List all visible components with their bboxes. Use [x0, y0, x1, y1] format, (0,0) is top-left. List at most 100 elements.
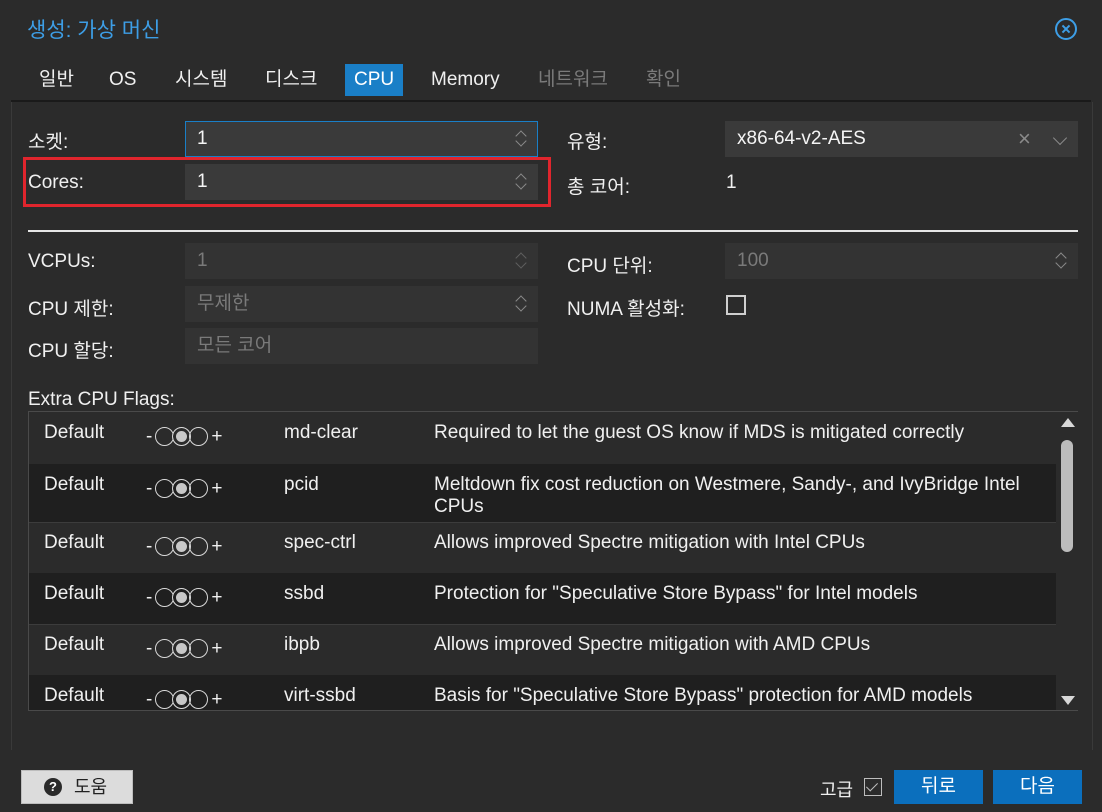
- spinner-icon: [514, 249, 528, 273]
- help-icon: ?: [44, 778, 62, 796]
- spinner-icon[interactable]: [514, 127, 528, 151]
- cores-highlight-box: [23, 157, 551, 207]
- flag-description: Allows improved Spectre mitigation with …: [434, 532, 865, 553]
- tristate-plus: +: [211, 587, 223, 608]
- tristate-on-radio[interactable]: [189, 427, 209, 447]
- flag-description: Meltdown fix cost reduction on Westmere,…: [434, 474, 1020, 517]
- type-select[interactable]: x86-64-v2-AES ×: [725, 121, 1078, 157]
- flag-name: md-clear: [284, 422, 358, 443]
- tristate-plus: +: [211, 426, 223, 447]
- tristate-minus: -: [146, 638, 153, 659]
- tab-general[interactable]: 일반: [30, 64, 83, 96]
- scroll-thumb[interactable]: [1061, 440, 1073, 552]
- cpu-affinity-placeholder: 모든 코어: [197, 335, 273, 356]
- flag-tristate-toggle[interactable]: - +: [146, 638, 222, 660]
- grid-scrollbar[interactable]: [1056, 412, 1078, 710]
- flag-state: Default: [44, 634, 105, 655]
- cpu-affinity-input[interactable]: 모든 코어: [185, 328, 538, 364]
- flag-description: Required to let the guest OS know if MDS…: [434, 422, 965, 443]
- numa-checkbox[interactable]: [726, 295, 746, 315]
- scroll-down-icon[interactable]: [1061, 696, 1075, 705]
- tab-disk[interactable]: 디스크: [256, 64, 326, 96]
- section-divider: [28, 230, 1078, 232]
- advanced-checkbox[interactable]: [864, 778, 882, 796]
- flag-row: Default - + virt-ssbd Basis for "Speculative…: [29, 675, 1056, 710]
- flag-tristate-toggle[interactable]: - +: [146, 536, 222, 558]
- tristate-on-radio[interactable]: [189, 537, 209, 557]
- flag-state: Default: [44, 532, 105, 553]
- tab-system[interactable]: 시스템: [166, 64, 236, 96]
- tristate-plus: +: [211, 478, 223, 499]
- flag-tristate-toggle[interactable]: - +: [146, 587, 222, 609]
- flag-description: Protection for "Speculative Store Bypass…: [434, 583, 918, 604]
- close-icon[interactable]: [1055, 18, 1077, 40]
- next-button[interactable]: 다음: [993, 770, 1082, 804]
- tristate-minus: -: [146, 536, 153, 557]
- flag-tristate-toggle[interactable]: - +: [146, 478, 222, 500]
- flag-state: Default: [44, 583, 105, 604]
- numa-label: NUMA 활성화:: [567, 299, 685, 320]
- tristate-minus: -: [146, 689, 153, 710]
- cpu-limit-placeholder: 무제한: [197, 293, 250, 314]
- help-label: 도움: [74, 777, 108, 797]
- tristate-plus: +: [211, 638, 223, 659]
- scroll-up-icon[interactable]: [1061, 418, 1075, 427]
- tristate-on-radio[interactable]: [189, 690, 209, 710]
- tab-confirm: 확인: [646, 69, 681, 90]
- flag-tristate-toggle[interactable]: - +: [146, 689, 223, 710]
- flag-name: ibpb: [284, 634, 320, 655]
- tristate-on-radio[interactable]: [189, 639, 209, 659]
- flag-row: Default - + pcid Meltdown fix cost reduction…: [29, 464, 1056, 523]
- cpu-units-input[interactable]: 100: [725, 243, 1078, 279]
- flag-state: Default: [44, 422, 105, 443]
- type-value: x86-64-v2-AES: [737, 128, 866, 149]
- flag-row: Default - + ssbd Protection for "Speculative…: [29, 573, 1056, 625]
- flag-state: Default: [44, 474, 105, 495]
- flag-name: ssbd: [284, 583, 325, 604]
- spinner-icon[interactable]: [514, 292, 528, 316]
- tristate-plus: +: [211, 536, 223, 557]
- flag-name: virt-ssbd: [284, 685, 356, 706]
- total-cores-value: 1: [726, 172, 737, 193]
- tristate-plus: +: [211, 689, 223, 710]
- cpu-affinity-label: CPU 할당:: [28, 341, 114, 362]
- back-button[interactable]: 뒤로: [894, 770, 983, 804]
- tab-memory[interactable]: Memory: [422, 64, 509, 96]
- cpu-units-placeholder: 100: [737, 250, 769, 271]
- extra-flags-label: Extra CPU Flags:: [28, 389, 175, 410]
- cpu-flags-grid: Default - + md-clear Required to let the gue…: [28, 411, 1078, 711]
- chevron-down-icon[interactable]: [1052, 130, 1068, 146]
- flag-row: Default - + spec-ctrl Allows improved Spectr…: [29, 522, 1056, 574]
- flag-tristate-toggle[interactable]: - +: [146, 426, 222, 448]
- tab-network: 네트워크: [538, 69, 608, 90]
- flag-description: Allows improved Spectre mitigation with …: [434, 634, 871, 655]
- flag-row: Default - + ibpb Allows improved Spectre mit…: [29, 624, 1056, 676]
- cpu-units-label: CPU 단위:: [567, 256, 653, 277]
- cpu-limit-input[interactable]: 무제한: [185, 286, 538, 322]
- sockets-input[interactable]: 1: [185, 121, 538, 157]
- flag-name: pcid: [284, 474, 319, 495]
- spinner-icon[interactable]: [1054, 249, 1068, 273]
- sockets-value: 1: [197, 128, 208, 149]
- vcpus-value: 1: [197, 250, 208, 271]
- advanced-label: 고급: [820, 780, 854, 800]
- help-button[interactable]: ? 도움: [21, 770, 133, 804]
- sockets-label: 소켓:: [28, 132, 69, 153]
- tristate-minus: -: [146, 426, 153, 447]
- vcpus-input: 1: [185, 243, 538, 279]
- window-titlebar: 생성: 가상 머신: [0, 0, 1102, 58]
- flag-state: Default: [44, 685, 105, 706]
- tab-os[interactable]: OS: [100, 64, 145, 96]
- total-cores-label: 총 코어:: [567, 177, 630, 198]
- tristate-minus: -: [146, 478, 153, 499]
- tristate-on-radio[interactable]: [189, 479, 209, 499]
- window-title: 생성: 가상 머신: [27, 19, 161, 42]
- type-label: 유형:: [567, 132, 608, 153]
- tab-cpu[interactable]: CPU: [345, 64, 404, 96]
- clear-icon[interactable]: ×: [1018, 122, 1031, 156]
- tristate-on-radio[interactable]: [189, 588, 209, 608]
- flag-description: Basis for "Speculative Store Bypass" pro…: [434, 685, 973, 706]
- tristate-minus: -: [146, 587, 153, 608]
- flag-name: spec-ctrl: [284, 532, 356, 553]
- cpu-limit-label: CPU 제한:: [28, 299, 114, 320]
